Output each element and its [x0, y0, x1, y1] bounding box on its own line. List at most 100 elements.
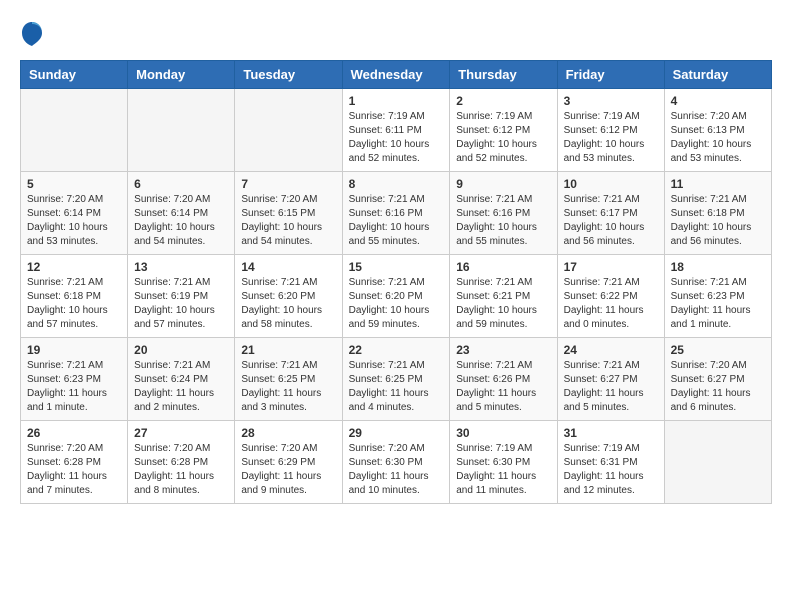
day-number: 17 [564, 260, 658, 274]
calendar-week-row: 26 Sunrise: 7:20 AM Sunset: 6:28 PM Dayli… [21, 421, 772, 504]
calendar-cell: 14Sunrise: 7:21 AM Sunset: 6:20 PM Dayli… [235, 255, 342, 338]
calendar-cell: 11Sunrise: 7:21 AM Sunset: 6:18 PM Dayli… [664, 172, 771, 255]
weekday-header-friday: Friday [557, 61, 664, 89]
day-number: 29 [349, 426, 444, 440]
calendar-cell: 31Sunrise: 7:19 AM Sunset: 6:31 PM Dayli… [557, 421, 664, 504]
calendar-cell: 13 Sunrise: 7:21 AM Sunset: 6:19 PM Dayli… [128, 255, 235, 338]
calendar-cell: 30 Sunrise: 7:19 AM Sunset: 6:30 PM Dayli… [450, 421, 557, 504]
weekday-header-thursday: Thursday [450, 61, 557, 89]
calendar-cell: 2Sunrise: 7:19 AM Sunset: 6:12 PM Daylig… [450, 89, 557, 172]
weekday-header-tuesday: Tuesday [235, 61, 342, 89]
day-number: 23 [456, 343, 550, 357]
day-number: 10 [564, 177, 658, 191]
calendar-table: SundayMondayTuesdayWednesdayThursdayFrid… [20, 60, 772, 504]
day-info: Sunrise: 7:21 AM Sunset: 6:18 PM Dayligh… [27, 276, 121, 332]
calendar-cell: 5 Sunrise: 7:20 AM Sunset: 6:14 PM Daylig… [21, 172, 128, 255]
day-number: 25 [671, 343, 765, 357]
day-number: 1 [349, 94, 444, 108]
calendar-cell: 23 Sunrise: 7:21 AM Sunset: 6:26 PM Dayli… [450, 338, 557, 421]
day-info: Sunrise: 7:21 AM Sunset: 6:16 PM Dayligh… [349, 193, 444, 249]
calendar-cell: 21 Sunrise: 7:21 AM Sunset: 6:25 PM Dayli… [235, 338, 342, 421]
calendar-cell: 16Sunrise: 7:21 AM Sunset: 6:21 PM Dayli… [450, 255, 557, 338]
day-info: Sunrise: 7:21 AM Sunset: 6:25 PM Dayligh… [241, 359, 335, 415]
day-number: 21 [241, 343, 335, 357]
day-number: 28 [241, 426, 335, 440]
calendar-cell: 19 Sunrise: 7:21 AM Sunset: 6:23 PM Dayli… [21, 338, 128, 421]
day-info: Sunrise: 7:21 AM Sunset: 6:20 PM Dayligh… [241, 276, 335, 332]
day-number: 12 [27, 260, 121, 274]
day-number: 7 [241, 177, 335, 191]
day-number: 13 [134, 260, 228, 274]
day-info: Sunrise: 7:21 AM Sunset: 6:21 PM Dayligh… [456, 276, 550, 332]
calendar-week-row: 12 Sunrise: 7:21 AM Sunset: 6:18 PM Dayli… [21, 255, 772, 338]
day-info: Sunrise: 7:21 AM Sunset: 6:23 PM Dayligh… [671, 276, 765, 332]
calendar-cell: 7 Sunrise: 7:20 AM Sunset: 6:15 PM Daylig… [235, 172, 342, 255]
day-number: 3 [564, 94, 658, 108]
calendar-cell: 29 Sunrise: 7:20 AM Sunset: 6:30 PM Dayli… [342, 421, 450, 504]
day-number: 11 [671, 177, 765, 191]
calendar-cell: 9Sunrise: 7:21 AM Sunset: 6:16 PM Daylig… [450, 172, 557, 255]
calendar-week-row: 5 Sunrise: 7:20 AM Sunset: 6:14 PM Daylig… [21, 172, 772, 255]
calendar-cell: 6 Sunrise: 7:20 AM Sunset: 6:14 PM Daylig… [128, 172, 235, 255]
calendar-cell [21, 89, 128, 172]
calendar-cell: 15 Sunrise: 7:21 AM Sunset: 6:20 PM Dayli… [342, 255, 450, 338]
day-info: Sunrise: 7:20 AM Sunset: 6:29 PM Dayligh… [241, 442, 335, 498]
day-number: 6 [134, 177, 228, 191]
day-info: Sunrise: 7:21 AM Sunset: 6:22 PM Dayligh… [564, 276, 658, 332]
day-info: Sunrise: 7:21 AM Sunset: 6:20 PM Dayligh… [349, 276, 444, 332]
weekday-header-sunday: Sunday [21, 61, 128, 89]
day-info: Sunrise: 7:20 AM Sunset: 6:15 PM Dayligh… [241, 193, 335, 249]
day-number: 19 [27, 343, 121, 357]
day-info: Sunrise: 7:21 AM Sunset: 6:24 PM Dayligh… [134, 359, 228, 415]
calendar-cell: 25 Sunrise: 7:20 AM Sunset: 6:27 PM Dayli… [664, 338, 771, 421]
calendar-week-row: 19 Sunrise: 7:21 AM Sunset: 6:23 PM Dayli… [21, 338, 772, 421]
calendar-cell: 26Sunrise: 7:20 AM Sunset: 6:28 PM Dayli… [21, 421, 128, 504]
day-info: Sunrise: 7:20 AM Sunset: 6:13 PM Dayligh… [671, 110, 765, 166]
day-info: Sunrise: 7:19 AM Sunset: 6:31 PM Dayligh… [564, 442, 658, 498]
weekday-header-saturday: Saturday [664, 61, 771, 89]
weekday-header-monday: Monday [128, 61, 235, 89]
calendar-cell: 28 Sunrise: 7:20 AM Sunset: 6:29 PM Dayli… [235, 421, 342, 504]
logo-icon [20, 20, 44, 50]
day-info: Sunrise: 7:21 AM Sunset: 6:23 PM Dayligh… [27, 359, 121, 415]
calendar-cell: 27 Sunrise: 7:20 AM Sunset: 6:28 PM Dayli… [128, 421, 235, 504]
calendar-cell: 20 Sunrise: 7:21 AM Sunset: 6:24 PM Dayli… [128, 338, 235, 421]
day-number: 18 [671, 260, 765, 274]
day-number: 24 [564, 343, 658, 357]
day-info: Sunrise: 7:20 AM Sunset: 6:30 PM Dayligh… [349, 442, 444, 498]
day-info: Sunrise: 7:20 AM Sunset: 6:14 PM Dayligh… [27, 193, 121, 249]
day-info: Sunrise: 7:21 AM Sunset: 6:27 PM Dayligh… [564, 359, 658, 415]
day-number: 2 [456, 94, 550, 108]
weekday-header-wednesday: Wednesday [342, 61, 450, 89]
day-info: Sunrise: 7:21 AM Sunset: 6:17 PM Dayligh… [564, 193, 658, 249]
day-number: 15 [349, 260, 444, 274]
calendar-cell: 4 Sunrise: 7:20 AM Sunset: 6:13 PM Daylig… [664, 89, 771, 172]
day-number: 26 [27, 426, 121, 440]
day-info: Sunrise: 7:19 AM Sunset: 6:12 PM Dayligh… [564, 110, 658, 166]
calendar-cell: 18 Sunrise: 7:21 AM Sunset: 6:23 PM Dayli… [664, 255, 771, 338]
day-info: Sunrise: 7:20 AM Sunset: 6:28 PM Dayligh… [134, 442, 228, 498]
day-info: Sunrise: 7:21 AM Sunset: 6:19 PM Dayligh… [134, 276, 228, 332]
day-info: Sunrise: 7:21 AM Sunset: 6:26 PM Dayligh… [456, 359, 550, 415]
day-number: 30 [456, 426, 550, 440]
weekday-header-row: SundayMondayTuesdayWednesdayThursdayFrid… [21, 61, 772, 89]
day-info: Sunrise: 7:19 AM Sunset: 6:30 PM Dayligh… [456, 442, 550, 498]
day-number: 8 [349, 177, 444, 191]
calendar-cell: 10 Sunrise: 7:21 AM Sunset: 6:17 PM Dayli… [557, 172, 664, 255]
calendar-cell: 22Sunrise: 7:21 AM Sunset: 6:25 PM Dayli… [342, 338, 450, 421]
day-number: 4 [671, 94, 765, 108]
logo [20, 20, 48, 50]
day-number: 9 [456, 177, 550, 191]
calendar-cell [664, 421, 771, 504]
day-info: Sunrise: 7:20 AM Sunset: 6:27 PM Dayligh… [671, 359, 765, 415]
day-info: Sunrise: 7:20 AM Sunset: 6:14 PM Dayligh… [134, 193, 228, 249]
calendar-cell: 17 Sunrise: 7:21 AM Sunset: 6:22 PM Dayli… [557, 255, 664, 338]
calendar-cell: 12 Sunrise: 7:21 AM Sunset: 6:18 PM Dayli… [21, 255, 128, 338]
calendar-week-row: 1 Sunrise: 7:19 AM Sunset: 6:11 PM Daylig… [21, 89, 772, 172]
day-number: 27 [134, 426, 228, 440]
day-number: 20 [134, 343, 228, 357]
day-info: Sunrise: 7:19 AM Sunset: 6:11 PM Dayligh… [349, 110, 444, 166]
day-number: 5 [27, 177, 121, 191]
day-number: 22 [349, 343, 444, 357]
calendar-cell [128, 89, 235, 172]
